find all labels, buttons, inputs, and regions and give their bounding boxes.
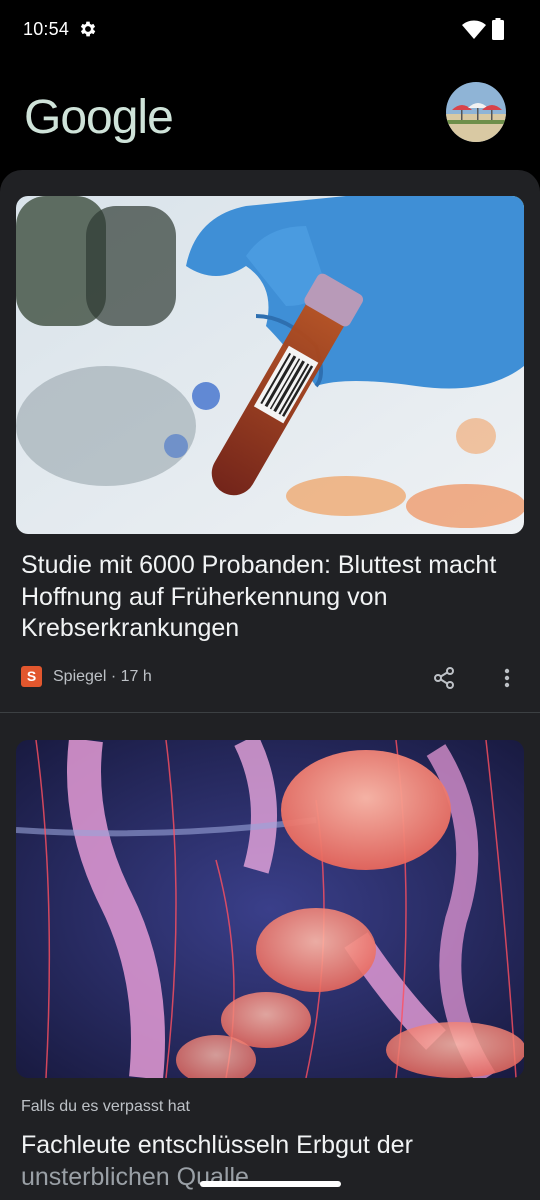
article-image-blood-test[interactable] <box>16 196 524 534</box>
status-time: 10:54 <box>23 19 70 39</box>
wifi-icon <box>462 20 486 39</box>
article-kicker: Falls du es verpasst hat <box>21 1098 190 1115</box>
gesture-navigation-handle[interactable] <box>200 1181 341 1187</box>
battery-icon <box>492 18 504 40</box>
card-divider <box>0 712 540 713</box>
news-feed[interactable]: Studie mit 6000 Probanden: Bluttest mach… <box>0 170 540 1200</box>
article-image-jellyfish[interactable] <box>16 740 524 1078</box>
spiegel-logo: S <box>21 666 42 687</box>
article-source-row: S Spiegel · 17 h <box>21 666 521 690</box>
google-logo: Google <box>24 91 174 144</box>
more-options-icon[interactable] <box>499 666 515 690</box>
share-icon[interactable] <box>432 666 456 690</box>
article-title-line: Fachleute entschlüsseln Erbgut der <box>21 1131 413 1159</box>
article-title[interactable]: Studie mit 6000 Probanden: Bluttest mach… <box>21 550 516 645</box>
article-title-line: unsterblichen Qualle <box>21 1162 249 1191</box>
article-source: Spiegel · 17 h <box>53 668 152 685</box>
status-bar: 10:54 <box>0 0 540 60</box>
account-avatar[interactable] <box>446 82 506 142</box>
header: Google <box>0 70 540 170</box>
gear-icon <box>80 21 96 37</box>
